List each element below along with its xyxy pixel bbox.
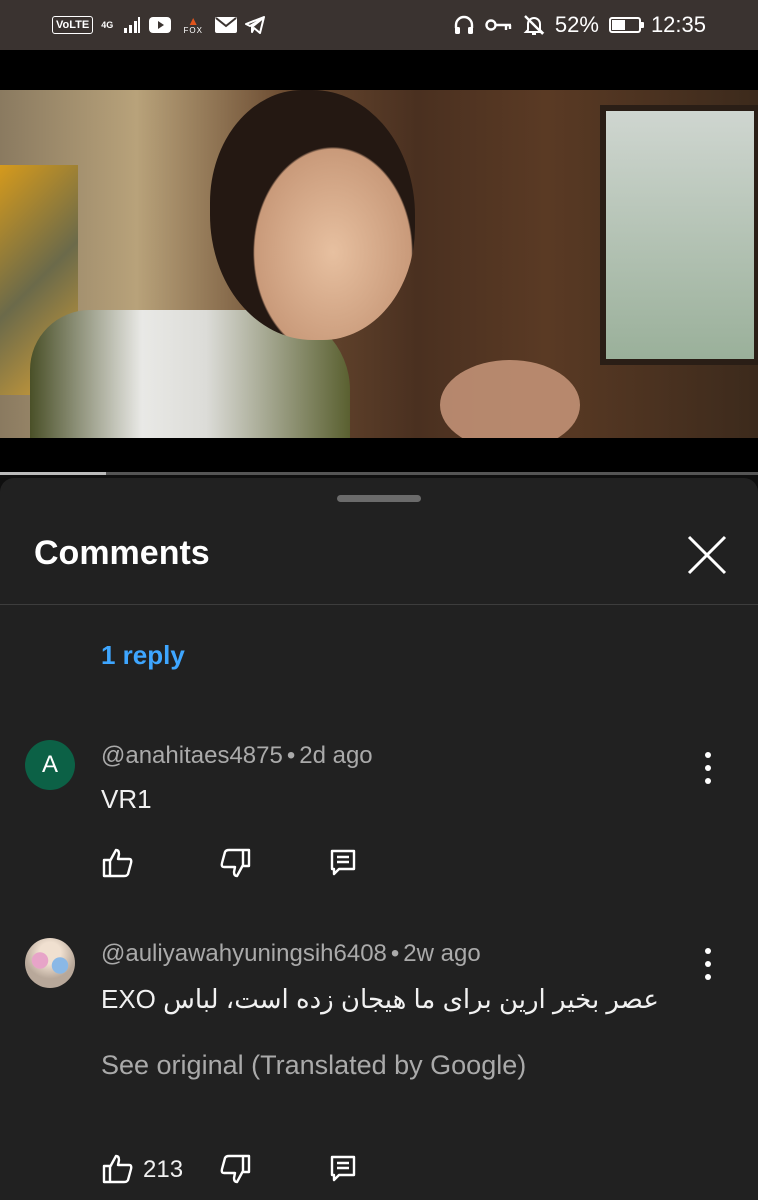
thumbs-down-icon [220, 848, 251, 878]
telegram-icon [245, 16, 266, 34]
view-replies-link[interactable]: 1 reply [101, 640, 185, 671]
mail-icon [215, 17, 238, 33]
header-divider [0, 604, 758, 605]
video-scene-window [600, 105, 758, 365]
see-original-link[interactable]: See original (Translated by Google) [101, 1050, 526, 1081]
thumbs-down-icon [220, 1154, 251, 1184]
key-icon [485, 19, 512, 31]
reply-comment-icon [330, 1155, 356, 1182]
comment-author[interactable]: @auliyawahyuningsih6408 [101, 940, 387, 967]
meta-separator: • [390, 940, 400, 967]
meta-separator: • [286, 742, 296, 769]
comment-menu-button[interactable] [694, 750, 722, 786]
reply-comment-icon [330, 849, 356, 876]
comment-author[interactable]: @anahitaes4875 [101, 742, 283, 769]
comment-age: 2w ago [403, 940, 481, 967]
comment-meta: @auliyawahyuningsih6408 • 2w ago [101, 940, 481, 968]
dislike-button[interactable] [218, 846, 252, 880]
comment-meta: @anahitaes4875 • 2d ago [101, 742, 373, 770]
comments-sheet: Comments 1 reply A @anahitaes4875 • 2d ago… [0, 478, 758, 1200]
mute-bell-icon [523, 15, 545, 35]
clock: 12:35 [650, 12, 706, 37]
signal-icon [124, 17, 141, 33]
dislike-button[interactable] [218, 1152, 252, 1186]
network-indicator: 4G [101, 19, 114, 30]
comments-title: Comments [34, 534, 210, 572]
status-bar: VoLTE 4G ▲ FOX 52% 12:35 [0, 0, 758, 50]
comment-menu-button[interactable] [694, 946, 722, 982]
video-progress-bar[interactable] [0, 472, 758, 475]
status-left-icons: VoLTE 4G ▲ FOX [52, 12, 266, 38]
comment-text: عصر بخیر ارین برای ما هیجان زده است، لبا… [101, 984, 659, 1014]
like-button[interactable] [101, 1152, 135, 1186]
headphones-icon [454, 15, 474, 34]
like-count: 213 [143, 1156, 184, 1183]
volte-indicator: VoLTE [52, 16, 94, 34]
reply-button[interactable] [327, 846, 361, 880]
close-button[interactable] [686, 534, 728, 576]
comment-text: VR1 [101, 784, 152, 814]
thumbs-up-icon [102, 1154, 133, 1184]
thumbs-up-icon [102, 848, 133, 878]
close-icon [687, 535, 727, 575]
youtube-notification-icon [149, 17, 172, 33]
battery-percent: 52% [554, 12, 599, 37]
battery-icon [608, 17, 644, 33]
comment-age: 2d ago [299, 742, 373, 769]
video-scene-head [210, 90, 415, 340]
video-player[interactable] [0, 50, 758, 475]
status-right-icons: 52% 12:35 [453, 10, 706, 40]
video-progress-fill [0, 472, 107, 475]
avatar[interactable] [25, 938, 75, 988]
like-button[interactable] [101, 846, 135, 880]
video-frame[interactable] [0, 90, 758, 438]
fox-app-icon: ▲ FOX [183, 14, 203, 35]
video-scene-hand [440, 360, 580, 438]
reply-button[interactable] [327, 1152, 361, 1186]
avatar[interactable]: A [25, 740, 75, 790]
drag-handle[interactable] [337, 495, 421, 502]
